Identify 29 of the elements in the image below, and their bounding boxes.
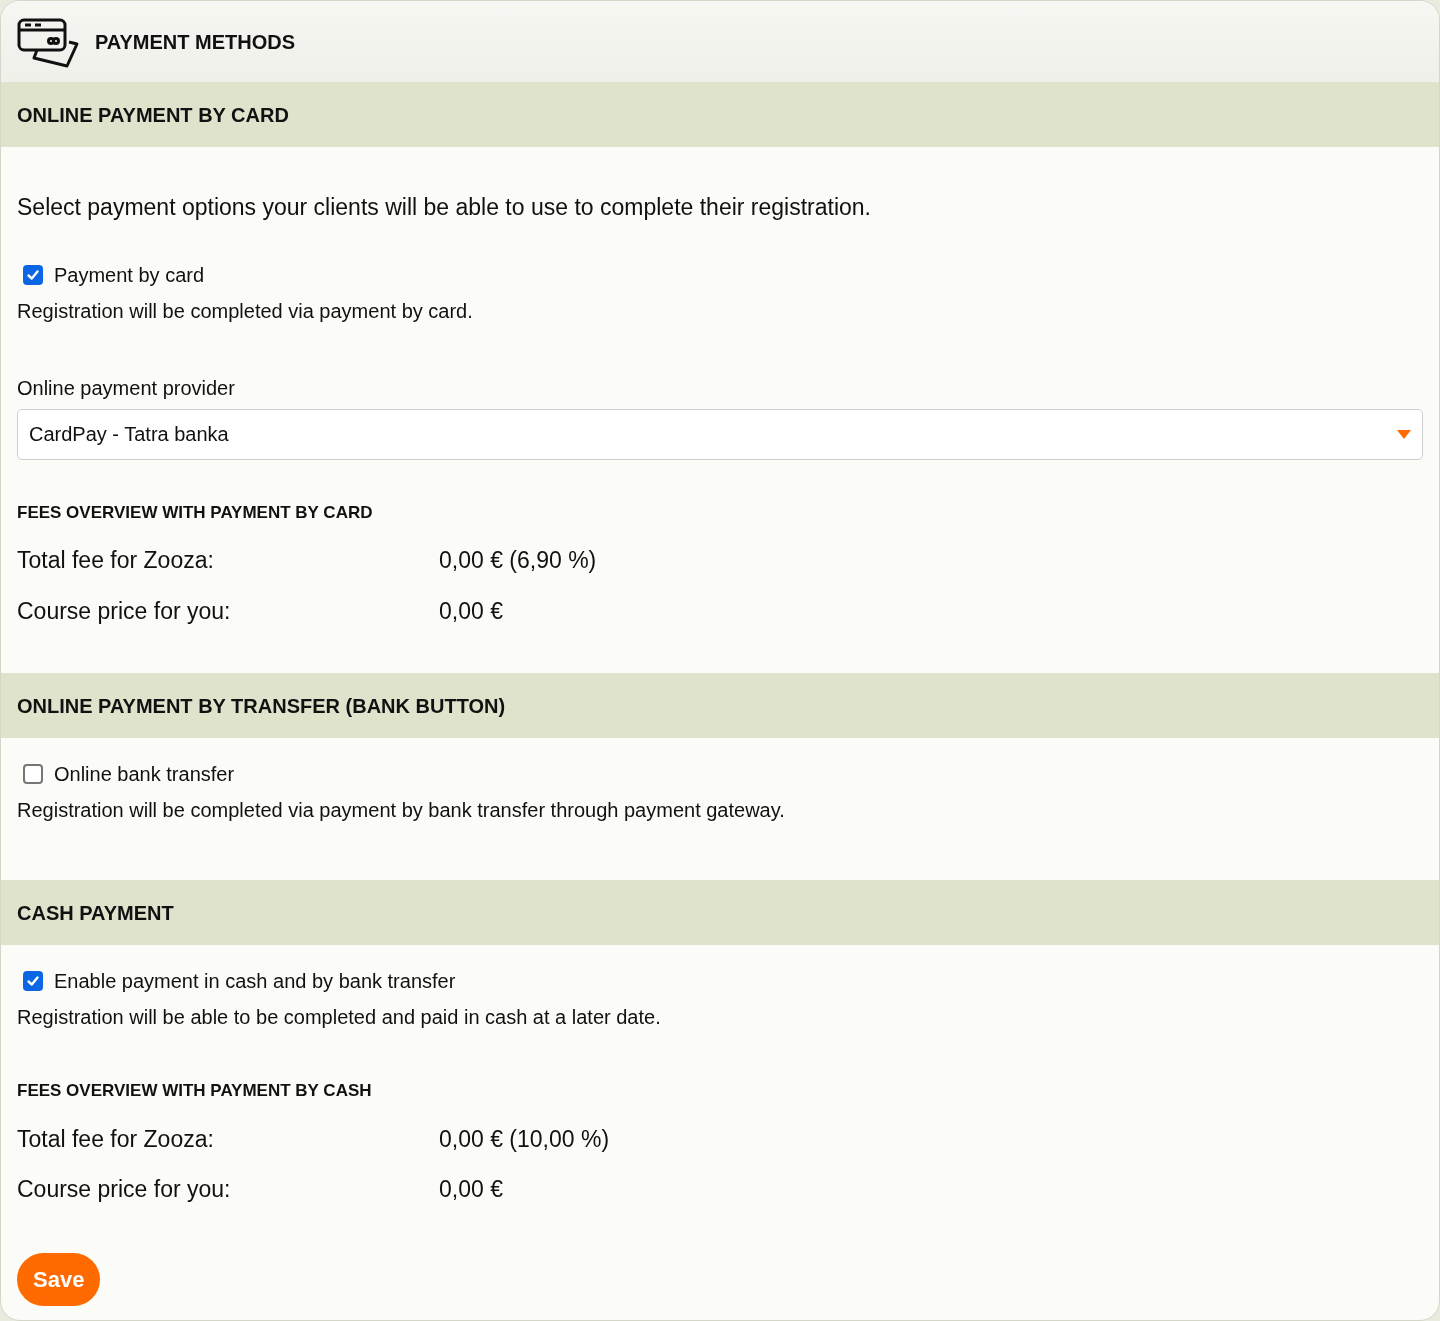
provider-select[interactable]: CardPay - Tatra banka <box>17 408 1423 460</box>
option-description: Registration will be completed via payment by bank transfer through payment gateway. <box>17 798 786 823</box>
intro-text: Select payment options your clients will be able to use to complete their registration. <box>17 193 872 222</box>
fees-heading: FEES OVERVIEW WITH PAYMENT BY CARD <box>17 501 374 524</box>
option-description: Registration will be able to be completed and paid in cash at a later date. <box>17 1005 662 1030</box>
fee-value: 0,00 € (6,90 %) <box>439 546 597 575</box>
fee-label: Total fee for Zooza: <box>17 1124 215 1154</box>
checkmark-icon <box>26 974 40 988</box>
fee-label: Course price for you: <box>17 1175 232 1204</box>
checkbox[interactable] <box>23 764 43 784</box>
checkmark-icon <box>26 267 40 282</box>
fee-value: 0,00 € <box>439 1175 503 1204</box>
option-description: Registration will be completed via payment by card. <box>17 298 474 324</box>
fee-value: 0,00 € (10,00 %) <box>439 1124 610 1154</box>
fee-value: 0,00 € <box>439 596 503 626</box>
section-header: ONLINE PAYMENT BY CARD <box>1 82 1439 147</box>
checkbox[interactable] <box>23 264 43 285</box>
fee-label: Course price for you: <box>17 596 232 626</box>
checkbox-label: Online bank transfer <box>54 762 235 787</box>
fee-label: Total fee for Zooza: <box>17 546 215 575</box>
checkbox[interactable] <box>23 971 43 991</box>
field-label: Online payment provider <box>17 375 236 401</box>
fees-heading: FEES OVERVIEW WITH PAYMENT BY CASH <box>17 1080 373 1102</box>
dropdown-caret-icon <box>1397 429 1411 439</box>
checkbox-label: Payment by card <box>54 262 205 288</box>
section-header: ONLINE PAYMENT BY TRANSFER (BANK BUTTON) <box>1 673 1439 738</box>
checkbox-label: Enable payment in cash and by bank transfer <box>54 969 456 994</box>
section-header: CASH PAYMENT <box>1 880 1439 945</box>
page-title: PAYMENT METHODS <box>95 29 296 55</box>
